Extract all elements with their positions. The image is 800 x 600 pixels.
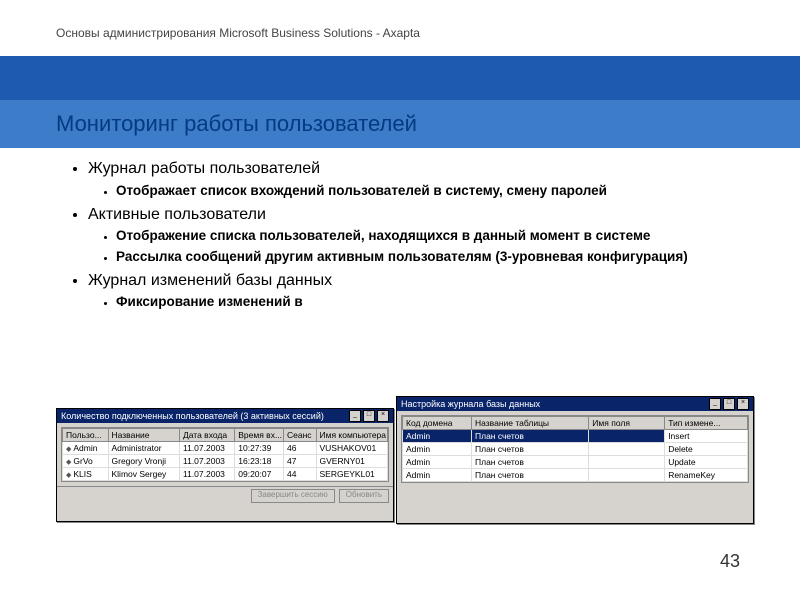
cell-type: RenameKey: [665, 469, 748, 482]
active-users-window: Количество подключенных пользователей (3…: [56, 408, 394, 522]
col-user[interactable]: Пользо...: [63, 429, 109, 442]
col-session[interactable]: Сеанс: [284, 429, 317, 442]
table-row[interactable]: GrVo Gregory Vronji 11.07.2003 16:23:18 …: [63, 455, 388, 468]
cell-user: GrVo: [63, 455, 109, 468]
table-header-row: Код домена Название таблицы Имя поля Тип…: [403, 417, 748, 430]
bullet-2-text: Активные пользователи: [88, 206, 266, 223]
cell-table: План счетов: [472, 469, 589, 482]
cell-table: План счетов: [472, 430, 589, 443]
bullet-3-text: Журнал изменений базы данных: [88, 272, 332, 289]
window-controls: _ □ ×: [709, 398, 749, 410]
bullet-1: Журнал работы пользователей Отображает с…: [88, 158, 760, 200]
window-controls: _ □ ×: [349, 410, 389, 422]
cell-time: 16:23:18: [235, 455, 284, 468]
cell-field: [589, 469, 665, 482]
cell-sess: 47: [284, 455, 317, 468]
col-time[interactable]: Время вх...: [235, 429, 284, 442]
col-date[interactable]: Дата входа: [180, 429, 235, 442]
header-bar: [0, 56, 800, 100]
bullet-3: Журнал изменений базы данных Фиксировани…: [88, 270, 760, 312]
db-log-grid[interactable]: Код домена Название таблицы Имя поля Тип…: [401, 415, 749, 483]
active-users-titlebar[interactable]: Количество подключенных пользователей (3…: [57, 409, 393, 423]
maximize-icon[interactable]: □: [723, 398, 735, 410]
col-domain[interactable]: Код домена: [403, 417, 472, 430]
cell-field: [589, 456, 665, 469]
cell-date: 11.07.2003: [180, 468, 235, 481]
table-row[interactable]: Admin План счетов Update: [403, 456, 748, 469]
cell-domain: Admin: [403, 443, 472, 456]
cell-sess: 46: [284, 442, 317, 455]
table-row[interactable]: Admin Administrator 11.07.2003 10:27:39 …: [63, 442, 388, 455]
cell-domain: Admin: [403, 430, 472, 443]
cell-time: 09:20:07: [235, 468, 284, 481]
refresh-button[interactable]: Обновить: [339, 489, 389, 503]
close-icon[interactable]: ×: [737, 398, 749, 410]
bullet-2b: Рассылка сообщений другим активным польз…: [116, 248, 760, 266]
maximize-icon[interactable]: □: [363, 410, 375, 422]
col-table[interactable]: Название таблицы: [472, 417, 589, 430]
active-users-footer: Завершить сессию Обновить: [57, 486, 393, 505]
cell-date: 11.07.2003: [180, 455, 235, 468]
minimize-icon[interactable]: _: [709, 398, 721, 410]
end-session-button[interactable]: Завершить сессию: [251, 489, 335, 503]
cell-type: Insert: [665, 430, 748, 443]
db-log-window: Настройка журнала базы данных _ □ × Код …: [396, 396, 754, 524]
bullet-2a: Отображение списка пользователей, находя…: [116, 227, 760, 245]
cell-domain: Admin: [403, 456, 472, 469]
cell-name: Klimov Sergey: [108, 468, 180, 481]
active-users-grid[interactable]: Пользо... Название Дата входа Время вх..…: [61, 427, 389, 482]
cell-field: [589, 430, 665, 443]
cell-table: План счетов: [472, 456, 589, 469]
cell-date: 11.07.2003: [180, 442, 235, 455]
col-field[interactable]: Имя поля: [589, 417, 665, 430]
close-icon[interactable]: ×: [377, 410, 389, 422]
table-row[interactable]: KLIS Klimov Sergey 11.07.2003 09:20:07 4…: [63, 468, 388, 481]
db-log-titlebar[interactable]: Настройка журнала базы данных _ □ ×: [397, 397, 753, 411]
bullet-1-text: Журнал работы пользователей: [88, 160, 320, 177]
table-row[interactable]: Admin План счетов Delete: [403, 443, 748, 456]
minimize-icon[interactable]: _: [349, 410, 361, 422]
cell-domain: Admin: [403, 469, 472, 482]
bullet-2: Активные пользователи Отображение списка…: [88, 204, 760, 266]
cell-user: Admin: [63, 442, 109, 455]
col-type[interactable]: Тип измене...: [665, 417, 748, 430]
cell-type: Update: [665, 456, 748, 469]
cell-field: [589, 443, 665, 456]
page-number: 43: [720, 551, 740, 572]
slide-header: Основы администрирования Microsoft Busin…: [56, 26, 420, 40]
col-host[interactable]: Имя компьютера: [316, 429, 388, 442]
cell-host: GVERNY01: [316, 455, 388, 468]
table-row[interactable]: Admin План счетов Insert: [403, 430, 748, 443]
slide-title: Мониторинг работы пользователей: [56, 111, 417, 137]
cell-user: KLIS: [63, 468, 109, 481]
table-row[interactable]: Admin План счетов RenameKey: [403, 469, 748, 482]
cell-name: Gregory Vronji: [108, 455, 180, 468]
bullet-1a: Отображает список вхождений пользователе…: [116, 182, 760, 200]
cell-host: VUSHAKOV01: [316, 442, 388, 455]
title-band: Мониторинг работы пользователей: [0, 100, 800, 148]
active-users-title: Количество подключенных пользователей (3…: [61, 409, 324, 423]
col-name[interactable]: Название: [108, 429, 180, 442]
cell-type: Delete: [665, 443, 748, 456]
table-header-row: Пользо... Название Дата входа Время вх..…: [63, 429, 388, 442]
cell-sess: 44: [284, 468, 317, 481]
cell-time: 10:27:39: [235, 442, 284, 455]
cell-table: План счетов: [472, 443, 589, 456]
cell-host: SERGEYKL01: [316, 468, 388, 481]
content-area: Журнал работы пользователей Отображает с…: [70, 158, 760, 316]
cell-name: Administrator: [108, 442, 180, 455]
bullet-3a: Фиксирование изменений в: [116, 293, 760, 311]
db-log-title: Настройка журнала базы данных: [401, 397, 540, 411]
